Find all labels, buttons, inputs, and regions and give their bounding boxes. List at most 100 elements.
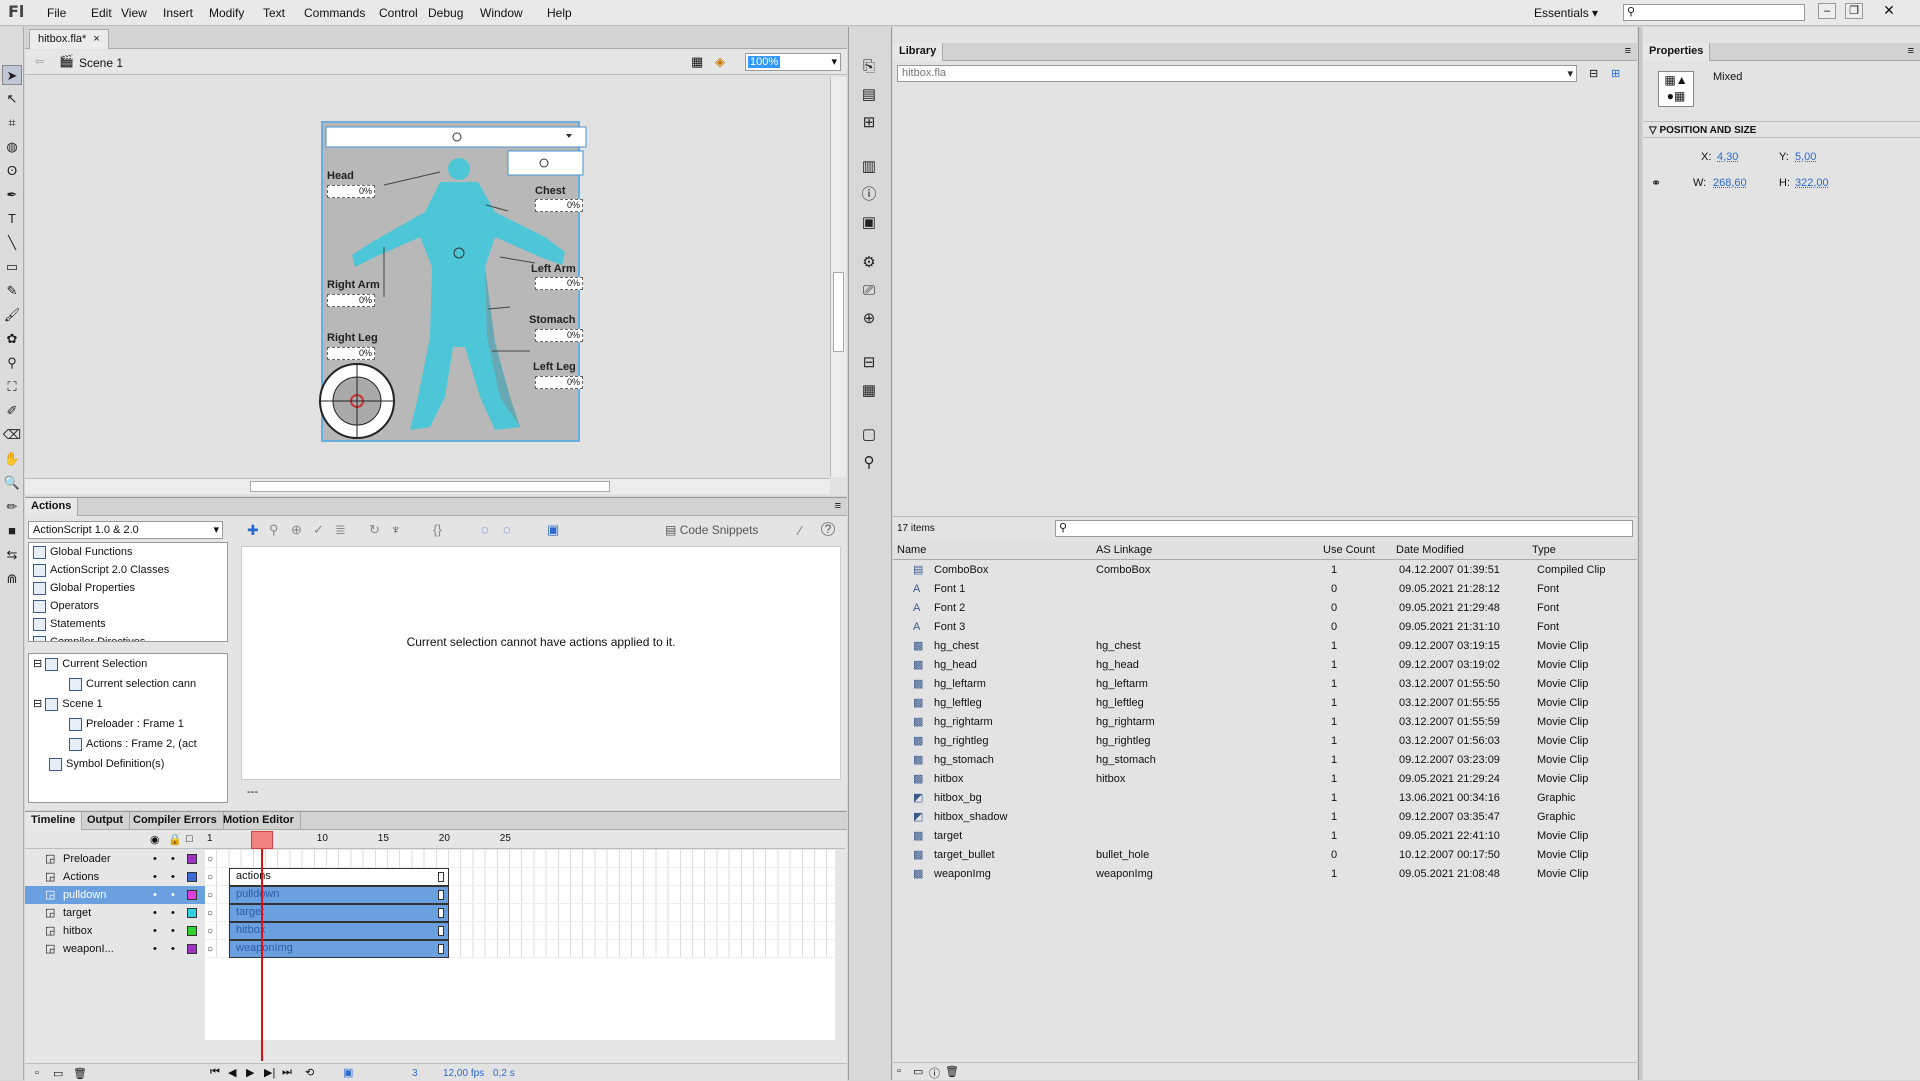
library-item[interactable]: ▩ target_bullet bullet_hole 0 10.12.2007 00:…: [893, 846, 1637, 865]
layer-color-swatch[interactable]: [187, 890, 197, 900]
code-snippets-button[interactable]: ▤ Code Snippets: [665, 523, 758, 537]
next-frame-icon[interactable]: ▶|: [264, 1066, 275, 1079]
keyframe-dot[interactable]: ○: [207, 854, 213, 865]
playhead[interactable]: [251, 831, 273, 849]
menu-debug[interactable]: Debug: [428, 6, 463, 20]
library-item[interactable]: A Font 3 0 09.05.2021 21:31:10 Font: [893, 618, 1637, 637]
column-header-use-count[interactable]: Use Count: [1323, 544, 1375, 556]
column-header-type[interactable]: Type: [1532, 544, 1556, 556]
menu-control[interactable]: Control: [379, 6, 418, 20]
visibility-dot[interactable]: •: [153, 940, 157, 958]
document-tab[interactable]: hitbox.fla* ×: [29, 29, 109, 49]
debug-icon[interactable]: ⚲: [859, 453, 879, 473]
frame-row[interactable]: ○ hitbox: [205, 922, 835, 940]
panel-menu-icon[interactable]: ≡: [1625, 45, 1631, 57]
keyframe-dot[interactable]: ○: [207, 908, 213, 919]
language-select[interactable]: ActionScript 1.0 & 2.0 ▾: [28, 521, 223, 539]
toolbox-item[interactable]: Operators: [29, 597, 227, 615]
help-search-input[interactable]: ⚲: [1623, 4, 1805, 21]
output-icon[interactable]: ⊟: [859, 353, 879, 373]
text-tool-icon[interactable]: T: [2, 209, 22, 229]
close-window-button[interactable]: ✕: [1880, 3, 1898, 19]
comment-icon[interactable]: ◌: [481, 522, 489, 537]
eye-icon[interactable]: ◉: [150, 833, 160, 846]
maximize-button[interactable]: ❐: [1845, 3, 1863, 19]
fill-color-icon[interactable]: ■: [2, 521, 22, 541]
navigator-item[interactable]: Symbol Definition(s): [29, 754, 227, 774]
library-item[interactable]: A Font 1 0 09.05.2021 21:28:12 Font: [893, 580, 1637, 599]
layer-row[interactable]: ◲ Preloader • •: [25, 850, 205, 868]
frame-row[interactable]: ○ weaponImg: [205, 940, 835, 958]
project-icon[interactable]: ▢: [859, 425, 879, 445]
x-value[interactable]: 4,30: [1717, 151, 1738, 163]
panel-menu-icon[interactable]: ≡: [1908, 45, 1914, 57]
swap-colors-icon[interactable]: ⇆: [2, 545, 22, 565]
frame-rate[interactable]: 12,00 fps: [443, 1068, 484, 1079]
y-value[interactable]: 5,00: [1795, 151, 1816, 163]
layer-name[interactable]: weaponI...: [63, 940, 114, 958]
pencil-tool-icon[interactable]: ✎: [2, 281, 22, 301]
new-symbol-icon[interactable]: ▫: [897, 1065, 901, 1077]
close-tab-icon[interactable]: ×: [93, 33, 99, 45]
navigator-item[interactable]: ⊟ Current Selection: [29, 654, 227, 674]
library-item[interactable]: A Font 2 0 09.05.2021 21:29:48 Font: [893, 599, 1637, 618]
menu-window[interactable]: Window: [480, 6, 523, 20]
motion-presets-icon[interactable]: ▥: [859, 157, 879, 177]
collapse-icon[interactable]: {}: [433, 522, 442, 537]
frame-grid[interactable]: ○ ○ actions ○ pulldown ○ target ○ hitbox ○ weaponI…: [205, 850, 835, 1040]
library-search-input[interactable]: ⚲: [1055, 520, 1633, 537]
library-item[interactable]: ▩ weaponImg weaponImg 1 09.05.2021 21:08:48 M…: [893, 865, 1637, 884]
layer-color-swatch[interactable]: [187, 854, 197, 864]
transform-icon[interactable]: ⊞: [859, 113, 879, 133]
new-library-panel-icon[interactable]: ⊞: [1611, 67, 1620, 80]
panel-menu-icon[interactable]: ≡: [835, 500, 841, 512]
library-item[interactable]: ▩ hg_stomach hg_stomach 1 09.12.2007 03:23:0…: [893, 751, 1637, 770]
swatches-icon[interactable]: ⎘: [859, 57, 879, 77]
column-header-name[interactable]: Name: [897, 544, 926, 556]
info-icon[interactable]: ⓘ: [859, 185, 879, 205]
library-item[interactable]: ▤ ComboBox ComboBox 1 04.12.2007 01:39:51 Com…: [893, 561, 1637, 580]
eyedropper-tool-icon[interactable]: ✐: [2, 401, 22, 421]
layer-color-swatch[interactable]: [187, 926, 197, 936]
library-item[interactable]: ▩ hg_leftarm hg_leftarm 1 03.12.2007 01:55:5…: [893, 675, 1637, 694]
first-frame-icon[interactable]: ⏮: [210, 1066, 220, 1079]
lock-dot[interactable]: •: [171, 850, 175, 868]
snap-icon[interactable]: ⋒: [2, 569, 22, 589]
frame-row[interactable]: ○ actions: [205, 868, 835, 886]
zoom-tool-icon[interactable]: 🔍: [2, 473, 22, 493]
current-frame[interactable]: 3: [412, 1068, 418, 1079]
tab-timeline[interactable]: Timeline: [25, 812, 83, 830]
eraser-tool-icon[interactable]: ⌫: [2, 425, 22, 445]
menu-commands[interactable]: Commands: [304, 6, 365, 20]
line-tool-icon[interactable]: ╲: [2, 233, 22, 253]
visibility-dot[interactable]: •: [153, 886, 157, 904]
help-icon[interactable]: ?: [821, 522, 835, 536]
lock-dot[interactable]: •: [171, 904, 175, 922]
menu-view[interactable]: View: [121, 6, 147, 20]
pin-icon[interactable]: ⊟: [1589, 67, 1598, 80]
back-arrow-icon[interactable]: ⇦: [35, 55, 44, 68]
deco-tool-icon[interactable]: ✿: [2, 329, 22, 349]
visibility-dot[interactable]: •: [153, 850, 157, 868]
keyframe-dot[interactable]: ○: [207, 944, 213, 955]
history-icon[interactable]: ⎚: [859, 281, 879, 301]
playhead-line[interactable]: [261, 831, 263, 1061]
paint-bucket-tool-icon[interactable]: ⛶: [2, 377, 22, 397]
new-folder-icon[interactable]: ▭: [53, 1067, 63, 1080]
pen-tool-icon[interactable]: ✒: [2, 185, 22, 205]
library-document-select[interactable]: hitbox.fla ▾: [897, 65, 1577, 82]
h-value[interactable]: 322,00: [1795, 177, 1829, 189]
lock-dot[interactable]: •: [171, 868, 175, 886]
layer-color-swatch[interactable]: [187, 908, 197, 918]
edit-symbols-icon[interactable]: ◈: [715, 54, 725, 70]
find-icon[interactable]: ⚲: [269, 522, 279, 538]
3d-rotation-tool-icon[interactable]: ◍: [2, 137, 22, 157]
subselection-tool-icon[interactable]: ↖: [2, 89, 22, 109]
toolbox-item[interactable]: Compiler Directives: [29, 633, 227, 641]
layer-row[interactable]: ◲ hitbox • •: [25, 922, 205, 940]
layer-name[interactable]: Actions: [63, 868, 99, 886]
toolbox-item[interactable]: Global Functions: [29, 543, 227, 561]
components-icon[interactable]: ▣: [859, 213, 879, 233]
script-editor[interactable]: Current selection cannot have actions ap…: [241, 546, 841, 780]
layer-row[interactable]: ◲ Actions • •: [25, 868, 205, 886]
